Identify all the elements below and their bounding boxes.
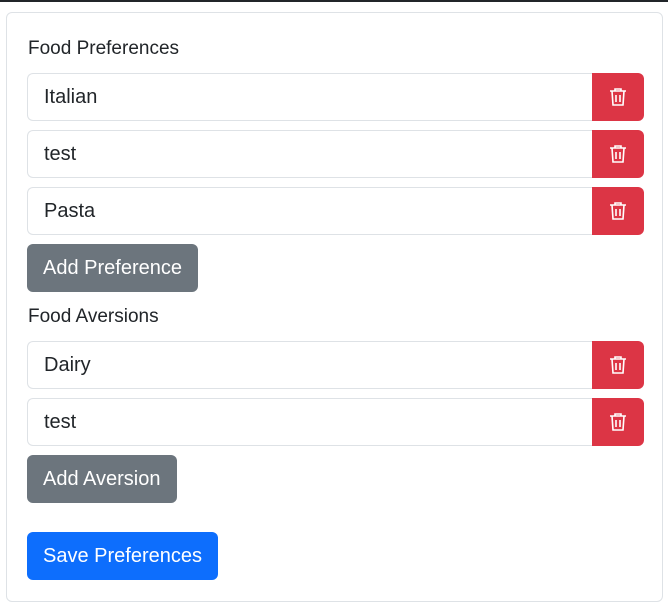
trash-icon: [610, 356, 626, 374]
preference-row-3: [27, 187, 644, 235]
save-preferences-button[interactable]: Save Preferences: [27, 532, 218, 580]
food-aversions-label: Food Aversions: [28, 306, 159, 327]
preference-row-1: [27, 73, 644, 121]
food-preferences-label: Food Preferences: [28, 38, 180, 59]
preferences-card: Food Preferences Add Preference Food Ave…: [6, 12, 663, 602]
aversion-input-2[interactable]: [27, 398, 592, 446]
delete-preference-3-button[interactable]: [592, 187, 644, 235]
delete-preference-1-button[interactable]: [592, 73, 644, 121]
preference-input-2[interactable]: [27, 130, 592, 178]
delete-aversion-2-button[interactable]: [592, 398, 644, 446]
add-preference-button[interactable]: Add Preference: [27, 244, 198, 292]
trash-icon: [610, 145, 626, 163]
preference-row-2: [27, 130, 644, 178]
trash-icon: [610, 88, 626, 106]
aversion-input-1[interactable]: [27, 341, 592, 389]
add-aversion-button[interactable]: Add Aversion: [27, 455, 177, 503]
delete-preference-2-button[interactable]: [592, 130, 644, 178]
preference-input-1[interactable]: [27, 73, 592, 121]
aversion-row-1: [27, 341, 644, 389]
trash-icon: [610, 202, 626, 220]
top-border: [0, 0, 668, 2]
preference-input-3[interactable]: [27, 187, 592, 235]
delete-aversion-1-button[interactable]: [592, 341, 644, 389]
trash-icon: [610, 413, 626, 431]
aversion-row-2: [27, 398, 644, 446]
